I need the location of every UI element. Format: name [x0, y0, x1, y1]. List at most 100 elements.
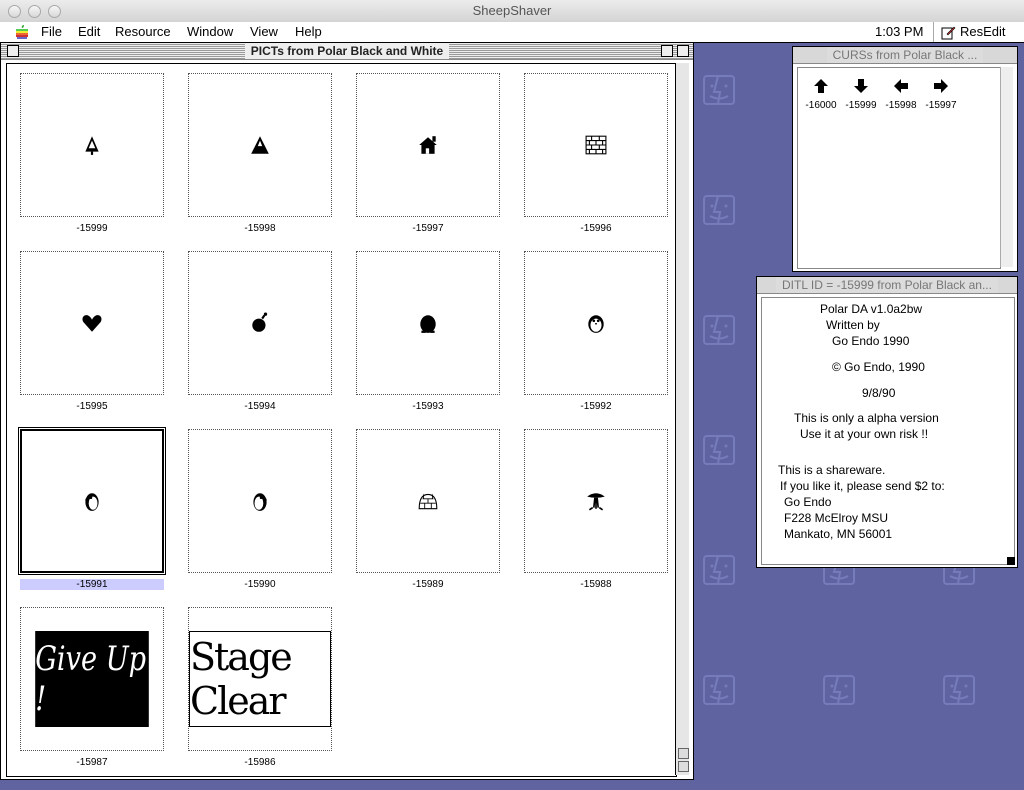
ditl-text-item: © Go Endo, 1990: [832, 360, 925, 374]
pict-cell[interactable]: [356, 73, 500, 217]
pict-id-label: -15987: [76, 757, 108, 768]
ditl-text-item: Polar DA v1.0a2bw: [820, 302, 923, 316]
pict-id-label: -15989: [412, 579, 444, 590]
pict-cell[interactable]: [524, 251, 668, 395]
penguin-silhouette-icon: [420, 315, 436, 333]
pict-cell[interactable]: [356, 429, 500, 573]
ditl-text-item: This is a shareware.: [778, 463, 886, 477]
curs-window-title: CURSs from Polar Black ...: [826, 47, 984, 63]
pict-id-label: -15991: [20, 579, 164, 590]
finder-face-pattern-icon: [703, 675, 735, 705]
pict-cell[interactable]: [188, 251, 332, 395]
menu-resource[interactable]: Resource: [115, 24, 171, 39]
pict-cell[interactable]: [524, 429, 668, 573]
resedit-app-icon: [941, 26, 956, 40]
curs-item[interactable]: -16000: [801, 78, 841, 111]
curs-item[interactable]: -15997: [921, 78, 961, 111]
pict-cell[interactable]: [188, 73, 332, 217]
pict-id-label: -15996: [580, 223, 612, 234]
mountain-icon: [251, 136, 269, 154]
curs-id-label: -16000: [805, 100, 837, 111]
apple-menu-icon[interactable]: [15, 25, 29, 39]
pict-window: PICTs from Polar Black and White -15999-…: [0, 42, 694, 780]
pict-id-label: -15990: [244, 579, 276, 590]
pict-cell[interactable]: [356, 251, 500, 395]
finder-face-pattern-icon: [703, 195, 735, 225]
pict-id-label: -15988: [580, 579, 612, 590]
arrow-down-icon: [854, 79, 868, 93]
curs-id-label: -15998: [885, 100, 917, 111]
brick-wall-icon: [585, 135, 607, 155]
finder-face-pattern-icon: [703, 555, 735, 585]
pict-id-label: -15997: [412, 223, 444, 234]
application-menu[interactable]: ResEdit: [933, 22, 1024, 42]
menu-window[interactable]: Window: [187, 24, 233, 39]
ditl-text-item: 9/8/90: [862, 386, 896, 400]
pict-id-label: -15994: [244, 401, 276, 412]
pict-cell[interactable]: Stage Clear: [188, 607, 332, 751]
give-up-banner: Give Up !: [35, 631, 149, 727]
pict-id-label: -15999: [76, 223, 108, 234]
pict-cell[interactable]: [20, 429, 164, 573]
curs-window-title-bar[interactable]: CURSs from Polar Black ...: [793, 47, 1017, 64]
menu-clock[interactable]: 1:03 PM: [875, 24, 923, 39]
host-window-title: SheepShaver: [472, 3, 552, 18]
heart-icon: [82, 315, 102, 332]
pict-window-zoom-box[interactable]: [661, 45, 673, 57]
curs-item[interactable]: -15998: [881, 78, 921, 111]
pict-cell[interactable]: [188, 429, 332, 573]
penguin-icon: [588, 315, 604, 333]
pict-id-label: -15993: [412, 401, 444, 412]
pict-cell[interactable]: Give Up !: [20, 607, 164, 751]
stage-clear-banner: Stage Clear: [189, 631, 331, 727]
ditl-text-item: Written by: [826, 318, 880, 332]
ditl-text-item: Use it at your own risk !!: [800, 427, 929, 441]
menu-file[interactable]: File: [41, 24, 62, 39]
pict-cell[interactable]: [20, 73, 164, 217]
finder-face-pattern-icon: [703, 75, 735, 105]
ditl-text-item: This is only a alpha version: [794, 411, 939, 425]
house-icon: [419, 136, 437, 154]
tree-icon: [85, 136, 99, 155]
ditl-text-item: F228 McElroy MSU: [784, 511, 889, 525]
pict-grid: -15999 -15998 -15997 -15996 -15995 -15994 -159…: [6, 63, 677, 777]
ditl-text-item: Go Endo: [784, 495, 832, 509]
ditl-window-title: DITL ID = -15999 from Polar Black an...: [776, 277, 998, 293]
pict-window-title-bar[interactable]: PICTs from Polar Black and White: [1, 43, 693, 60]
pict-cell[interactable]: [524, 73, 668, 217]
application-menu-label: ResEdit: [960, 24, 1006, 39]
ditl-resize-box[interactable]: [1007, 557, 1015, 565]
menu-view[interactable]: View: [250, 24, 278, 39]
scroll-down-arrow[interactable]: [678, 761, 689, 772]
curs-list: -16000 -15999 -15998 -15997: [797, 67, 1001, 269]
igloo-icon: [418, 493, 438, 510]
finder-face-pattern-icon: [703, 315, 735, 345]
pict-vertical-scrollbar[interactable]: [675, 63, 689, 775]
pict-id-label: -15992: [580, 401, 612, 412]
ditl-window-title-bar[interactable]: DITL ID = -15999 from Polar Black an...: [757, 277, 1017, 294]
finder-face-pattern-icon: [823, 675, 855, 705]
ditl-window: DITL ID = -15999 from Polar Black an... …: [756, 276, 1018, 568]
menu-edit[interactable]: Edit: [78, 24, 100, 39]
pict-window-close-box[interactable]: [7, 45, 19, 57]
ditl-text-item: If you like it, please send $2 to:: [780, 479, 945, 493]
banner-text: Stage Clear: [190, 635, 293, 723]
curs-id-label: -15999: [845, 100, 877, 111]
arrow-up-icon: [814, 79, 828, 93]
pict-id-label: -15986: [244, 757, 276, 768]
menu-help[interactable]: Help: [295, 24, 322, 39]
host-title-bar: SheepShaver: [0, 0, 1024, 23]
scroll-up-arrow[interactable]: [678, 748, 689, 759]
curs-vertical-scrollbar[interactable]: [1000, 67, 1013, 267]
penguin-left-icon: [85, 493, 99, 511]
arrow-left-icon: [894, 79, 908, 93]
curs-item[interactable]: -15999: [841, 78, 881, 111]
finder-face-pattern-icon: [943, 675, 975, 705]
pict-window-collapse-box[interactable]: [677, 45, 689, 57]
pict-id-label: -15995: [76, 401, 108, 412]
pict-cell[interactable]: [20, 251, 164, 395]
menu-bar: File Edit Resource Window View Help 1:03…: [0, 22, 1024, 43]
penguin-right-icon: [253, 493, 267, 511]
ditl-content: Polar DA v1.0a2bw Written by Go Endo 1990 ©…: [761, 297, 1015, 565]
pict-id-label: -15998: [244, 223, 276, 234]
